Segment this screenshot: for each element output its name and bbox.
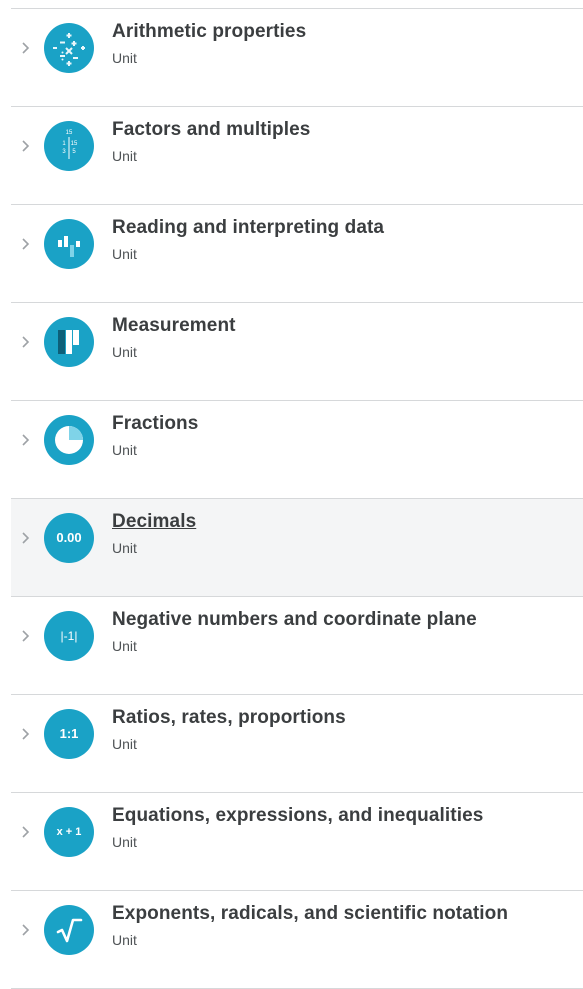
bar-chart-icon: [44, 219, 94, 269]
decimal-icon: 0.00: [44, 513, 94, 563]
unit-title[interactable]: Fractions: [112, 413, 198, 435]
unit-row-negative-numbers[interactable]: |-1| Negative numbers and coordinate pla…: [11, 597, 583, 695]
unit-type-label: Unit: [112, 442, 137, 458]
unit-row-arithmetic-properties[interactable]: Arithmetic properties Unit: [11, 9, 583, 107]
unit-title[interactable]: Ratios, rates, proportions: [112, 707, 346, 729]
unit-title[interactable]: Negative numbers and coordinate plane: [112, 609, 477, 631]
expression-icon-label: x + 1: [56, 826, 82, 838]
unit-type-label: Unit: [112, 834, 137, 850]
unit-row-ratios[interactable]: 1:1 Ratios, rates, proportions Unit: [11, 695, 583, 793]
unit-row-exponents[interactable]: Exponents, radicals, and scientific nota…: [11, 891, 583, 989]
chevron-right-icon[interactable]: [19, 431, 33, 449]
factor-number: 15: [66, 130, 73, 136]
unit-row-factors-and-multiples[interactable]: 15 1 15 3 5 Factors and multiples Unit: [11, 107, 583, 205]
chevron-right-icon[interactable]: [19, 921, 33, 939]
chevron-right-icon[interactable]: [19, 333, 33, 351]
unit-list: Arithmetic properties Unit 15 1 15 3 5 F…: [11, 8, 583, 989]
chevron-right-icon[interactable]: [19, 725, 33, 743]
unit-type-label: Unit: [112, 50, 137, 66]
unit-title[interactable]: Equations, expressions, and inequalities: [112, 805, 483, 827]
unit-type-label: Unit: [112, 148, 137, 164]
unit-type-label: Unit: [112, 638, 137, 654]
factor-number: 3: [62, 149, 66, 155]
absolute-value-icon-label: |-1|: [60, 629, 78, 643]
unit-title[interactable]: Arithmetic properties: [112, 21, 306, 43]
ratio-icon-label: 1:1: [59, 726, 79, 741]
unit-title[interactable]: Exponents, radicals, and scientific nota…: [112, 903, 508, 925]
measurement-bars-icon: [44, 317, 94, 367]
decimal-icon-label: 0.00: [56, 530, 82, 545]
unit-type-label: Unit: [112, 932, 137, 948]
unit-title[interactable]: Reading and interpreting data: [112, 217, 384, 239]
unit-type-label: Unit: [112, 246, 137, 262]
ratio-icon: 1:1: [44, 709, 94, 759]
unit-row-measurement[interactable]: Measurement Unit: [11, 303, 583, 401]
arithmetic-symbols-icon: [44, 23, 94, 73]
unit-type-label: Unit: [112, 344, 137, 360]
factor-number: 15: [71, 141, 78, 147]
chevron-right-icon[interactable]: [19, 529, 33, 547]
factor-number: 5: [72, 149, 76, 155]
chevron-right-icon[interactable]: [19, 627, 33, 645]
unit-type-label: Unit: [112, 736, 137, 752]
square-root-icon: [44, 905, 94, 955]
pie-fraction-icon: [44, 415, 94, 465]
unit-row-equations[interactable]: x + 1 Equations, expressions, and inequa…: [11, 793, 583, 891]
chevron-right-icon[interactable]: [19, 137, 33, 155]
factor-number: 1: [62, 141, 66, 147]
unit-row-reading-and-interpreting-data[interactable]: Reading and interpreting data Unit: [11, 205, 583, 303]
unit-row-fractions[interactable]: Fractions Unit: [11, 401, 583, 499]
chevron-right-icon[interactable]: [19, 235, 33, 253]
absolute-value-icon: |-1|: [44, 611, 94, 661]
unit-title[interactable]: Measurement: [112, 315, 236, 337]
expression-icon: x + 1: [44, 807, 94, 857]
unit-title[interactable]: Factors and multiples: [112, 119, 310, 141]
unit-row-decimals[interactable]: 0.00 Decimals Unit: [11, 499, 583, 597]
unit-title[interactable]: Decimals: [112, 511, 196, 533]
factor-table-icon: 15 1 15 3 5: [44, 121, 94, 171]
chevron-right-icon[interactable]: [19, 39, 33, 57]
unit-type-label: Unit: [112, 540, 137, 556]
chevron-right-icon[interactable]: [19, 823, 33, 841]
